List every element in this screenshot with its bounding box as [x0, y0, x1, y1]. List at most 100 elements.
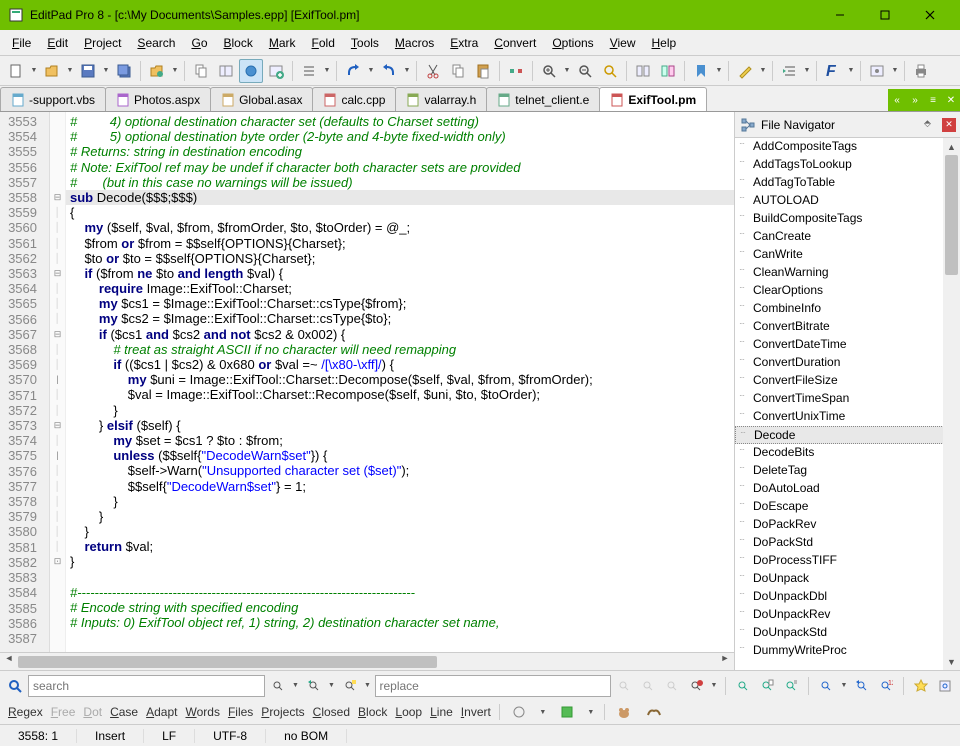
zoom-out-button[interactable]: [573, 59, 597, 83]
menu-tools[interactable]: Tools: [343, 34, 387, 52]
option-adapt[interactable]: Adapt: [146, 705, 177, 719]
highlight-dropdown[interactable]: ▼: [758, 67, 768, 74]
option-loop[interactable]: Loop: [395, 705, 422, 719]
tab-telnet-client-e[interactable]: telnet_client.e: [486, 87, 600, 111]
cut-button[interactable]: [421, 59, 445, 83]
replace-button-3[interactable]: [661, 675, 683, 697]
close-button[interactable]: [907, 0, 952, 30]
menu-search[interactable]: Search: [129, 34, 183, 52]
search-next-dropdown[interactable]: ▼: [291, 682, 301, 689]
option-case[interactable]: Case: [110, 705, 138, 719]
menu-help[interactable]: Help: [644, 34, 685, 52]
nav-item-canwrite[interactable]: CanWrite: [735, 246, 960, 264]
history-button[interactable]: [934, 675, 956, 697]
code-editor[interactable]: 3553355435553556355735583559356035613562…: [0, 112, 734, 652]
navigator-list[interactable]: AddCompositeTagsAddTagsToLookupAddTagToT…: [735, 138, 960, 670]
redo-dropdown[interactable]: ▼: [402, 67, 412, 74]
indent-button[interactable]: [777, 59, 801, 83]
new-file-button[interactable]: [4, 59, 28, 83]
open-project-button[interactable]: [145, 59, 169, 83]
navigator-pin-button[interactable]: ⬘: [924, 118, 938, 132]
tab-close-button[interactable]: ✕: [942, 91, 960, 109]
print-button[interactable]: [909, 59, 933, 83]
search-highlight-button[interactable]: [339, 675, 361, 697]
new-file-dropdown[interactable]: ▼: [29, 67, 39, 74]
nav-item-dounpack[interactable]: DoUnpack: [735, 570, 960, 588]
nav-item-clearoptions[interactable]: ClearOptions: [735, 282, 960, 300]
navigator-close-button[interactable]: ✕: [942, 118, 956, 132]
zoom-in-button[interactable]: [537, 59, 561, 83]
nav-item-convertduration[interactable]: ConvertDuration: [735, 354, 960, 372]
ftp-button[interactable]: [239, 59, 263, 83]
find-fold-button[interactable]: [780, 675, 802, 697]
option-files[interactable]: Files: [228, 705, 253, 719]
horizontal-scrollbar[interactable]: ◄ ►: [0, 652, 734, 670]
list-dropdown[interactable]: ▼: [322, 67, 332, 74]
nav-item-cancreate[interactable]: CanCreate: [735, 228, 960, 246]
open-file-button[interactable]: [40, 59, 64, 83]
redo-button[interactable]: [377, 59, 401, 83]
add-button[interactable]: [264, 59, 288, 83]
option-block[interactable]: Block: [358, 705, 387, 719]
tab-calc-cpp[interactable]: calc.cpp: [312, 87, 396, 111]
menu-options[interactable]: Options: [544, 34, 601, 52]
instant-next-button[interactable]: [815, 675, 837, 697]
undo-button[interactable]: [341, 59, 365, 83]
open-file-dropdown[interactable]: ▼: [65, 67, 75, 74]
tab-next-button[interactable]: »: [906, 91, 924, 109]
bookmark-dropdown[interactable]: ▼: [714, 67, 724, 74]
menu-mark[interactable]: Mark: [261, 34, 304, 52]
nav-item-decode[interactable]: Decode: [735, 426, 960, 444]
option-closed[interactable]: Closed: [313, 705, 350, 719]
paste-button[interactable]: [471, 59, 495, 83]
nav-item-decodebits[interactable]: DecodeBits: [735, 444, 960, 462]
special-button[interactable]: [504, 59, 528, 83]
option-dot[interactable]: Dot: [83, 705, 102, 719]
nav-item-cleanwarning[interactable]: CleanWarning: [735, 264, 960, 282]
search-input[interactable]: [28, 675, 265, 697]
status-mode[interactable]: Insert: [77, 729, 144, 743]
copy-button[interactable]: [189, 59, 213, 83]
save-button[interactable]: [76, 59, 100, 83]
menu-view[interactable]: View: [602, 34, 644, 52]
font-dropdown[interactable]: ▼: [846, 67, 856, 74]
status-position[interactable]: 3558: 1: [0, 729, 77, 743]
tab-prev-button[interactable]: «: [888, 91, 906, 109]
code-content[interactable]: # 4) optional destination character set …: [66, 112, 734, 652]
option-regex[interactable]: Regex: [8, 705, 43, 719]
menu-fold[interactable]: Fold: [304, 34, 343, 52]
replace-dropdown[interactable]: ▼: [709, 682, 719, 689]
favorites-button[interactable]: [910, 675, 932, 697]
menu-macros[interactable]: Macros: [387, 34, 442, 52]
nav-item-convertbitrate[interactable]: ConvertBitrate: [735, 318, 960, 336]
search-prev-button[interactable]: [303, 675, 325, 697]
zoom-dropdown[interactable]: ▼: [562, 67, 572, 74]
option-line[interactable]: Line: [430, 705, 453, 719]
replace-button-2[interactable]: [637, 675, 659, 697]
minimize-button[interactable]: [817, 0, 862, 30]
count-button[interactable]: 123: [875, 675, 897, 697]
nav-item-addtagstolookup[interactable]: AddTagsToLookup: [735, 156, 960, 174]
nav-item-dopackstd[interactable]: DoPackStd: [735, 534, 960, 552]
font-button[interactable]: F: [821, 59, 845, 83]
nav-item-autoload[interactable]: AUTOLOAD: [735, 192, 960, 210]
open-project-dropdown[interactable]: ▼: [170, 67, 180, 74]
nav-item-doautoload[interactable]: DoAutoLoad: [735, 480, 960, 498]
undo-dropdown[interactable]: ▼: [366, 67, 376, 74]
explorer-button[interactable]: [214, 59, 238, 83]
nav-item-addcompositetags[interactable]: AddCompositeTags: [735, 138, 960, 156]
scroll-left-button[interactable]: ◄: [0, 653, 18, 671]
tab-photos-aspx[interactable]: Photos.aspx: [105, 87, 211, 111]
save-all-button[interactable]: [112, 59, 136, 83]
menu-extra[interactable]: Extra: [442, 34, 486, 52]
nav-item-deletetag[interactable]: DeleteTag: [735, 462, 960, 480]
highlight-button[interactable]: [733, 59, 757, 83]
tab-list-button[interactable]: ≡: [924, 91, 942, 109]
compare-button[interactable]: [631, 59, 655, 83]
nav-item-combineinfo[interactable]: CombineInfo: [735, 300, 960, 318]
menu-file[interactable]: File: [4, 34, 39, 52]
nav-item-dounpackstd[interactable]: DoUnpackStd: [735, 624, 960, 642]
status-eol[interactable]: LF: [144, 729, 195, 743]
replace-button-1[interactable]: [613, 675, 635, 697]
diff-button[interactable]: [656, 59, 680, 83]
